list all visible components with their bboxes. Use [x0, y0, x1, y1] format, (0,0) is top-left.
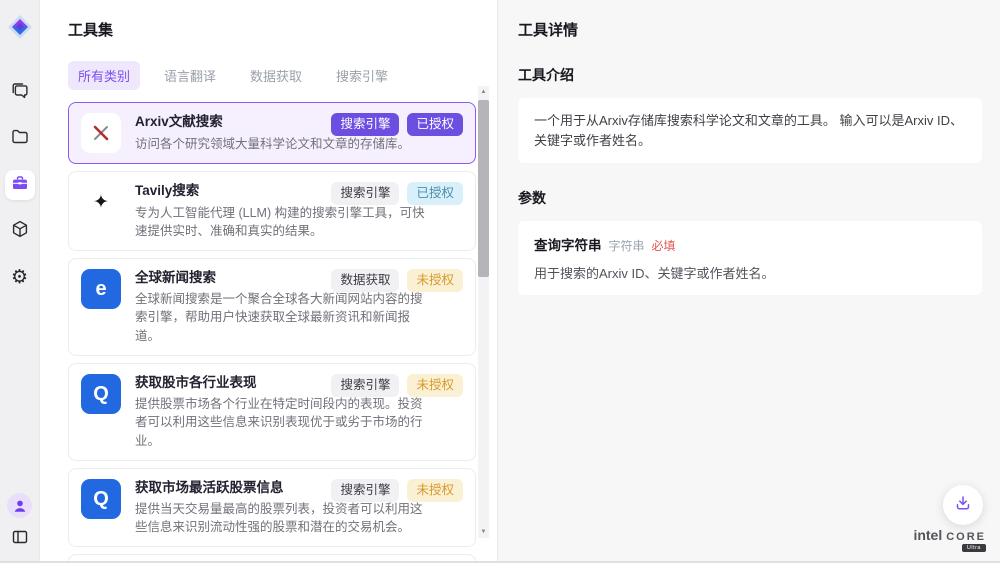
category-tabs: 所有类别 语言翻译 数据获取 搜索引擎	[68, 61, 497, 90]
tab-all-categories[interactable]: 所有类别	[68, 61, 140, 90]
intel-ultra-badge: Ultra	[962, 544, 986, 552]
gear-icon: ⚙	[11, 268, 28, 287]
cube-icon	[10, 219, 30, 244]
sidebar-item-chat[interactable]	[5, 78, 35, 108]
user-avatar[interactable]	[7, 493, 32, 518]
scrollbar-thumb[interactable]	[478, 100, 489, 277]
download-icon	[954, 494, 972, 517]
intel-brand-text: intel	[913, 527, 942, 543]
tool-description: 提供股票市场各个行业在特定时间段内的表现。投资者可以利用这些信息来识别表现优于或…	[135, 395, 427, 449]
intro-card: 一个用于从Arxiv存储库搜索科学论文和文章的工具。 输入可以是Arxiv ID…	[518, 98, 982, 163]
sidebar-item-settings[interactable]: ⚙	[5, 262, 35, 292]
tool-card-stock-sector[interactable]: Q 获取股市各行业表现 提供股票市场各个行业在特定时间段内的表现。投资者可以利用…	[68, 363, 476, 461]
tab-language-translation[interactable]: 语言翻译	[154, 61, 226, 90]
tavily-star-icon: ✦	[81, 182, 121, 222]
intro-heading: 工具介绍	[518, 65, 982, 85]
intro-text: 一个用于从Arxiv存储库搜索科学论文和文章的工具。 输入可以是Arxiv ID…	[534, 111, 966, 150]
folder-icon	[10, 127, 30, 152]
param-card: 查询字符串 字符串 必填 用于搜索的Arxiv ID、关键字或作者姓名。	[518, 221, 982, 295]
status-badge: 已授权	[407, 182, 463, 205]
params-heading: 参数	[518, 188, 982, 208]
tool-card-list: Arxiv文献搜索 访问各个研究领域大量科学论文和文章的存储库。 搜索引擎 已授…	[68, 102, 476, 563]
param-type: 字符串	[609, 237, 645, 254]
scroll-up-arrow-icon[interactable]: ▲	[478, 89, 489, 95]
active-stocks-icon: Q	[81, 479, 121, 519]
tool-description: 提供当天交易量最高的股票列表，投资者可以利用这些信息来识别流动性强的股票和潜在的…	[135, 500, 427, 536]
intel-core-text: CORE	[946, 531, 986, 543]
stock-sector-icon: Q	[81, 374, 121, 414]
tool-description: 专为人工智能代理 (LLM) 构建的搜索引擎工具，可快速提供实时、准确和真实的结…	[135, 204, 427, 240]
detail-title: 工具详情	[518, 19, 982, 40]
tool-card-arxiv[interactable]: Arxiv文献搜索 访问各个研究领域大量科学论文和文章的存储库。 搜索引擎 已授…	[68, 102, 476, 164]
param-required-badge: 必填	[652, 237, 676, 254]
category-badge: 搜索引擎	[331, 374, 399, 397]
sidebar-item-files[interactable]	[5, 124, 35, 154]
tab-data-acquisition[interactable]: 数据获取	[240, 61, 312, 90]
sidebar-item-tools[interactable]	[5, 170, 35, 200]
sidebar-item-models[interactable]	[5, 216, 35, 246]
app-window: ⚙ 工具集 所有类别 语	[0, 0, 1000, 563]
scroll-down-arrow-icon[interactable]: ▼	[478, 529, 489, 535]
arxiv-icon	[81, 113, 121, 153]
app-logo	[7, 14, 33, 40]
list-scrollbar[interactable]: ▲ ▼	[478, 86, 489, 538]
icon-sidebar: ⚙	[0, 0, 40, 563]
toolbox-icon	[11, 174, 29, 197]
tool-description: 访问各个研究领域大量科学论文和文章的存储库。	[135, 135, 427, 153]
category-badge: 搜索引擎	[331, 182, 399, 205]
tool-card-global-news[interactable]: e 全球新闻搜索 全球新闻搜索是一个聚合全球各大新闻网站内容的搜索引擎，帮助用户…	[68, 258, 476, 356]
panel-toggle-icon	[11, 528, 29, 551]
param-name: 查询字符串	[534, 234, 602, 254]
tab-search-engine[interactable]: 搜索引擎	[326, 61, 398, 90]
tool-description: 全球新闻搜索是一个聚合全球各大新闻网站内容的搜索引擎，帮助用户快速获取全球最新资…	[135, 290, 427, 344]
page-title: 工具集	[40, 0, 497, 40]
global-news-icon: e	[81, 269, 121, 309]
tool-card-tavily[interactable]: ✦ Tavily搜索 专为人工智能代理 (LLM) 构建的搜索引擎工具，可快速提…	[68, 171, 476, 251]
download-button[interactable]	[943, 485, 983, 525]
category-badge: 搜索引擎	[331, 479, 399, 502]
tool-list-panel: 工具集 所有类别 语言翻译 数据获取 搜索引擎 Arxiv文献搜索 访问各个研究…	[40, 0, 498, 563]
status-badge: 已授权	[407, 113, 463, 136]
status-badge: 未授权	[407, 269, 463, 292]
status-badge: 未授权	[407, 374, 463, 397]
tool-card-active-stocks[interactable]: Q 获取市场最活跃股票信息 提供当天交易量最高的股票列表，投资者可以利用这些信息…	[68, 468, 476, 548]
param-description: 用于搜索的Arxiv ID、关键字或作者姓名。	[534, 263, 966, 282]
sidebar-bottom	[7, 493, 32, 551]
chat-icon	[10, 81, 30, 106]
intel-core-logo: intel CORE Ultra	[913, 527, 986, 552]
panel-toggle-button[interactable]	[8, 527, 32, 551]
tool-detail-panel: 工具详情 工具介绍 一个用于从Arxiv存储库搜索科学论文和文章的工具。 输入可…	[499, 0, 1000, 563]
sidebar-nav: ⚙	[5, 78, 35, 292]
status-badge: 未授权	[407, 479, 463, 502]
category-badge: 搜索引擎	[331, 113, 399, 136]
category-badge: 数据获取	[331, 269, 399, 292]
